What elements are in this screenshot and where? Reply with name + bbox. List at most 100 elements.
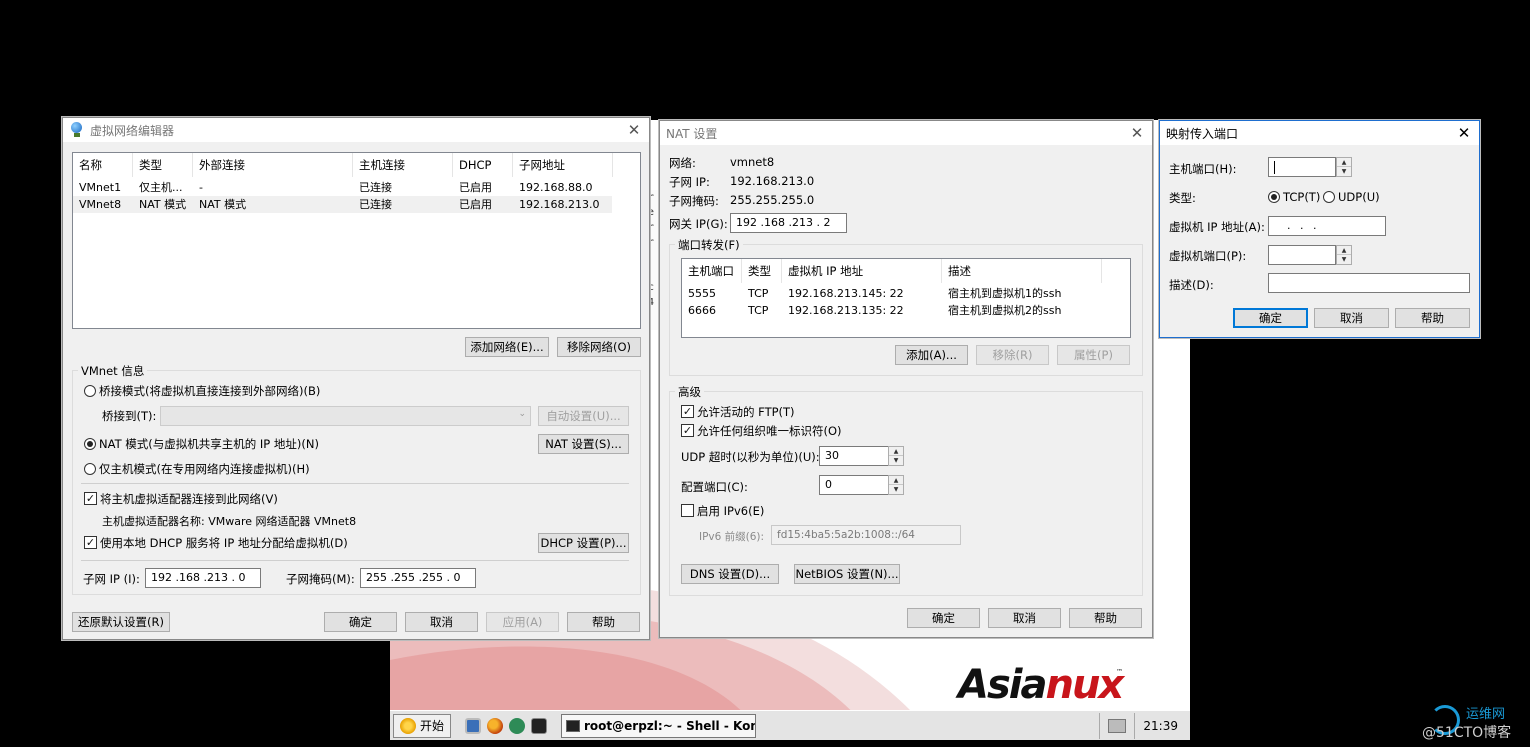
auto-settings-button[interactable]: 自动设置(U)... — [538, 406, 629, 426]
network-list[interactable]: 名称 类型 外部连接 主机连接 DHCP 子网地址 VMnet1 仅主机... … — [72, 152, 641, 329]
help-button[interactable]: 帮助 — [1069, 608, 1142, 628]
spin-down-icon[interactable]: ▼ — [1337, 167, 1351, 176]
subnet-mask-field[interactable]: 255 .255 .255 . 0 — [360, 568, 476, 588]
divider — [81, 483, 629, 484]
table-row[interactable]: VMnet1 仅主机... - 已连接 已启用 192.168.88.0 — [73, 179, 640, 196]
close-icon[interactable]: ✕ — [1455, 124, 1473, 142]
ok-button[interactable]: 确定 — [1233, 308, 1308, 328]
host-only-label[interactable]: 仅主机模式(在专用网络内连接虚拟机)(H) — [99, 461, 310, 477]
udp-timeout-spinner[interactable]: ▲ ▼ — [888, 446, 904, 466]
config-port-spinner[interactable]: ▲ ▼ — [888, 475, 904, 495]
desc-field[interactable] — [1268, 273, 1470, 293]
vnet-editor-titlebar: 虚拟网络编辑器 ✕ — [63, 118, 649, 142]
port-properties-button[interactable]: 属性(P) — [1057, 345, 1130, 365]
allow-ftp-label[interactable]: 允许活动的 FTP(T) — [697, 404, 795, 420]
allow-oui-checkbox[interactable]: ✓ — [681, 424, 694, 437]
remove-port-button[interactable]: 移除(R) — [976, 345, 1049, 365]
nat-mode-radio[interactable] — [84, 438, 96, 450]
spin-up-icon[interactable]: ▲ — [889, 476, 903, 485]
ipv6-prefix-field[interactable]: fd15:4ba5:5a2b:1008::/64 — [771, 525, 961, 545]
port-forward-list[interactable]: 主机端口 类型 虚拟机 IP 地址 描述 5555 TCP 192.168.21… — [681, 258, 1131, 338]
host-port-field[interactable] — [1268, 157, 1336, 177]
ok-button[interactable]: 确定 — [907, 608, 980, 628]
nat-settings-button[interactable]: NAT 设置(S)... — [538, 434, 629, 454]
table-row[interactable]: VMnet8 NAT 模式 NAT 模式 已连接 已启用 192.168.213… — [73, 196, 612, 213]
cancel-button[interactable]: 取消 — [1314, 308, 1389, 328]
dns-settings-button[interactable]: DNS 设置(D)... — [681, 564, 779, 584]
help-button[interactable]: 帮助 — [567, 612, 640, 632]
netbios-settings-button[interactable]: NetBIOS 设置(N)... — [794, 564, 900, 584]
col-external[interactable]: 外部连接 — [193, 153, 353, 177]
remove-network-button[interactable]: 移除网络(O) — [557, 337, 641, 357]
host-port-spinner[interactable]: ▲ ▼ — [1336, 157, 1352, 177]
enable-ipv6-label[interactable]: 启用 IPv6(E) — [697, 503, 764, 519]
close-icon[interactable]: ✕ — [625, 121, 643, 139]
cell: NAT 模式 — [139, 198, 187, 211]
show-desktop-icon[interactable] — [465, 717, 482, 734]
network-globe-icon — [69, 122, 85, 138]
type-label: 类型: — [1169, 191, 1196, 205]
use-dhcp-label[interactable]: 使用本地 DHCP 服务将 IP 地址分配给虚拟机(D) — [100, 535, 348, 551]
connect-adapter-label[interactable]: 将主机虚拟适配器连接到此网络(V) — [100, 491, 278, 507]
enable-ipv6-checkbox[interactable] — [681, 504, 694, 517]
spin-up-icon[interactable]: ▲ — [1337, 246, 1351, 255]
host-port-label: 主机端口(H): — [1169, 162, 1237, 176]
config-port-field[interactable]: 0 — [819, 475, 889, 495]
col-host[interactable]: 主机连接 — [353, 153, 453, 177]
printer-icon[interactable] — [1108, 718, 1127, 733]
apply-button[interactable]: 应用(A) — [486, 612, 559, 632]
udp-label[interactable]: UDP(U) — [1338, 190, 1380, 204]
use-dhcp-checkbox[interactable]: ✓ — [84, 536, 97, 549]
connect-adapter-checkbox[interactable]: ✓ — [84, 492, 97, 505]
col-host-port[interactable]: 主机端口 — [682, 259, 742, 283]
firefox-icon[interactable] — [487, 717, 504, 734]
cell: 192.168.88.0 — [519, 181, 593, 194]
host-only-radio[interactable] — [84, 463, 96, 475]
cancel-button[interactable]: 取消 — [988, 608, 1061, 628]
network-value: vmnet8 — [730, 155, 775, 169]
nat-mode-label[interactable]: NAT 模式(与虚拟机共享主机的 IP 地址)(N) — [99, 436, 319, 452]
vm-port-field[interactable] — [1268, 245, 1336, 265]
spin-up-icon[interactable]: ▲ — [1337, 158, 1351, 167]
spin-down-icon[interactable]: ▼ — [889, 456, 903, 465]
bridge-to-select[interactable]: ⌄ — [160, 406, 531, 426]
bridge-mode-radio[interactable] — [84, 385, 96, 397]
vm-ip-field[interactable]: . . . — [1268, 216, 1386, 236]
col-subnet[interactable]: 子网地址 — [513, 153, 613, 177]
vm-port-spinner[interactable]: ▲ ▼ — [1336, 245, 1352, 265]
table-row[interactable]: 6666 TCP 192.168.213.135: 22 宿主机到虚拟机2的ss… — [682, 302, 1130, 319]
terminal-icon[interactable] — [531, 717, 548, 734]
taskbar-konsole[interactable]: root@erpzl:~ - Shell - Konsole — [561, 713, 757, 738]
cancel-button[interactable]: 取消 — [405, 612, 478, 632]
spin-up-icon[interactable]: ▲ — [889, 447, 903, 456]
clock[interactable]: 21:39 — [1134, 712, 1190, 739]
udp-timeout-field[interactable]: 30 — [819, 446, 889, 466]
network-icon[interactable] — [509, 717, 526, 734]
help-button[interactable]: 帮助 — [1395, 308, 1470, 328]
dhcp-settings-button[interactable]: DHCP 设置(P)... — [538, 533, 629, 553]
udp-radio[interactable] — [1323, 191, 1335, 203]
col-desc[interactable]: 描述 — [942, 259, 1102, 283]
col-dhcp[interactable]: DHCP — [453, 153, 513, 177]
close-icon[interactable]: ✕ — [1128, 124, 1146, 142]
tcp-radio[interactable] — [1268, 191, 1280, 203]
spin-down-icon[interactable]: ▼ — [889, 485, 903, 494]
table-row[interactable]: 5555 TCP 192.168.213.145: 22 宿主机到虚拟机1的ss… — [682, 285, 1130, 302]
restore-defaults-button[interactable]: 还原默认设置(R) — [72, 612, 170, 632]
start-button[interactable]: 开始 — [393, 713, 452, 738]
ok-button[interactable]: 确定 — [324, 612, 397, 632]
allow-ftp-checkbox[interactable]: ✓ — [681, 405, 694, 418]
col-vm-ip[interactable]: 虚拟机 IP 地址 — [782, 259, 942, 283]
bridge-mode-label[interactable]: 桥接模式(将虚拟机直接连接到外部网络)(B) — [99, 383, 320, 399]
chevron-down-icon: ⌄ — [518, 409, 526, 419]
add-port-button[interactable]: 添加(A)... — [895, 345, 968, 365]
allow-oui-label[interactable]: 允许任何组织唯一标识符(O) — [697, 423, 842, 439]
tcp-label[interactable]: TCP(T) — [1283, 190, 1320, 204]
col-type[interactable]: 类型 — [133, 153, 193, 177]
subnet-ip-field[interactable]: 192 .168 .213 . 0 — [145, 568, 261, 588]
add-network-button[interactable]: 添加网络(E)... — [465, 337, 549, 357]
col-name[interactable]: 名称 — [73, 153, 133, 177]
col-type[interactable]: 类型 — [742, 259, 782, 283]
gateway-field[interactable]: 192 .168 .213 . 2 — [730, 213, 847, 233]
spin-down-icon[interactable]: ▼ — [1337, 255, 1351, 264]
